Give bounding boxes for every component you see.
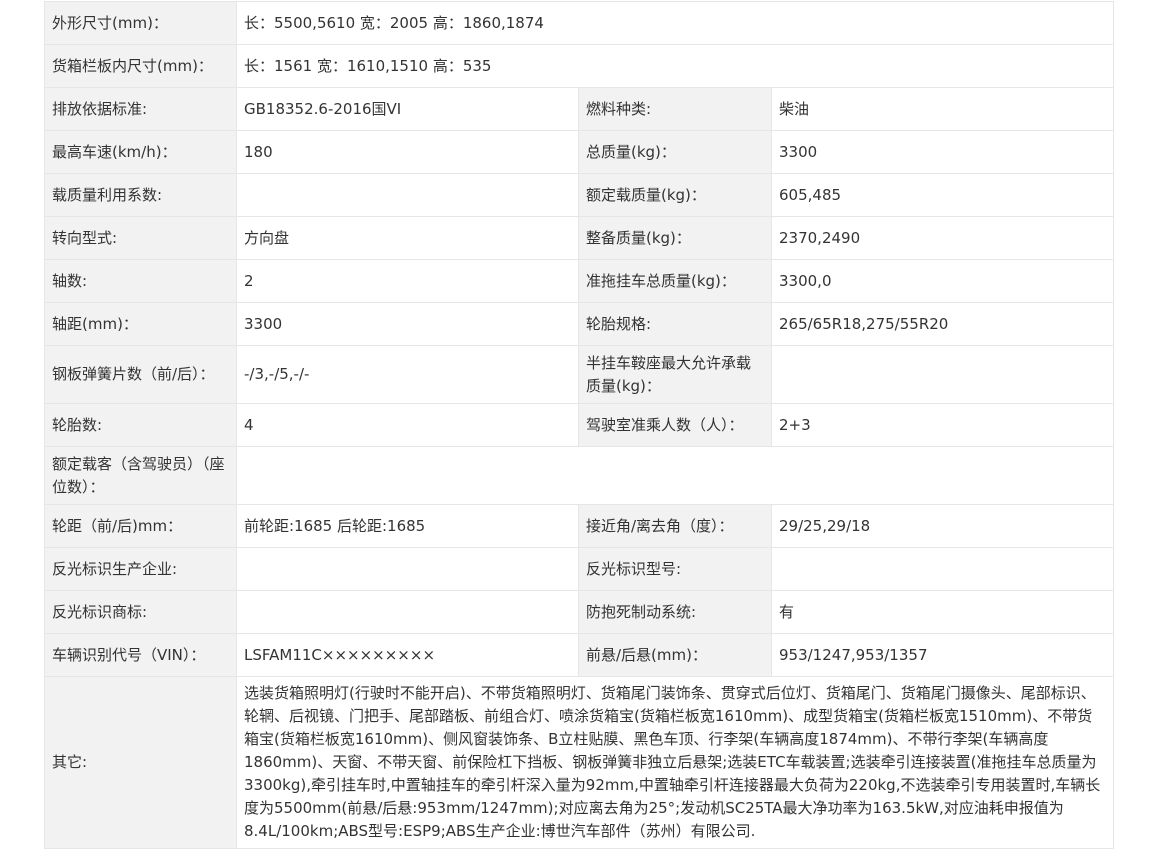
spec-label: 前悬/后悬(mm)：: [578, 633, 772, 677]
spec-value: 3300: [771, 130, 1114, 174]
spec-label: 反光标识型号:: [578, 547, 772, 591]
spec-label: 燃料种类:: [578, 87, 772, 131]
spec-label: 整备质量(kg)：: [578, 216, 772, 260]
spec-row: 转向型式: 方向盘 整备质量(kg)： 2370,2490: [44, 216, 1114, 260]
spec-row: 载质量利用系数: 额定载质量(kg)： 605,485: [44, 173, 1114, 217]
spec-label: 载质量利用系数:: [44, 173, 237, 217]
spec-row-dimensions: 外形尺寸(mm)： 长：5500,5610 宽：2005 高：1860,1874: [44, 1, 1114, 45]
spec-value: 方向盘: [236, 216, 579, 260]
spec-label: 准拖挂车总质量(kg)：: [578, 259, 772, 303]
other-notes-value: 选装货箱照明灯(行驶时不能开启)、不带货箱照明灯、货箱尾门装饰条、贯穿式后位灯、…: [236, 676, 1114, 849]
spec-value: 953/1247,953/1357: [771, 633, 1114, 677]
spec-value: [236, 173, 579, 217]
spec-label: 轮胎规格:: [578, 302, 772, 346]
spec-value: 3300: [236, 302, 579, 346]
spec-value: [236, 547, 579, 591]
spec-row: 轴距(mm)： 3300 轮胎规格: 265/65R18,275/55R20: [44, 302, 1114, 346]
spec-label: 半挂车鞍座最大允许承载质量(kg)：: [578, 345, 772, 404]
spec-value: 605,485: [771, 173, 1114, 217]
spec-value: 3300,0: [771, 259, 1114, 303]
spec-value: 180: [236, 130, 579, 174]
spec-value: 2370,2490: [771, 216, 1114, 260]
vehicle-spec-table: 外形尺寸(mm)： 长：5500,5610 宽：2005 高：1860,1874…: [44, 1, 1114, 849]
spec-row-other: 其它: 选装货箱照明灯(行驶时不能开启)、不带货箱照明灯、货箱尾门装饰条、贯穿式…: [44, 676, 1114, 849]
spec-row-cargo-box-size: 货箱栏板内尺寸(mm)： 长：1561 宽：1610,1510 高：535: [44, 44, 1114, 88]
spec-value: GB18352.6-2016国VI: [236, 87, 579, 131]
spec-label: 货箱栏板内尺寸(mm)：: [44, 44, 237, 88]
spec-value: 长：5500,5610 宽：2005 高：1860,1874: [236, 1, 1114, 45]
spec-label: 外形尺寸(mm)：: [44, 1, 237, 45]
spec-label: 总质量(kg)：: [578, 130, 772, 174]
spec-row-seats: 额定载客（含驾驶员）（座位数）：: [44, 446, 1114, 505]
spec-row: 车辆识别代号（VIN）： LSFAM11C××××××××× 前悬/后悬(mm)…: [44, 633, 1114, 677]
spec-label: 其它:: [44, 676, 237, 849]
spec-row: 钢板弹簧片数（前/后）： -/3,-/5,-/- 半挂车鞍座最大允许承载质量(k…: [44, 345, 1114, 404]
spec-label: 额定载客（含驾驶员）（座位数）：: [44, 446, 237, 505]
spec-label: 轴距(mm)：: [44, 302, 237, 346]
spec-row: 排放依据标准: GB18352.6-2016国VI 燃料种类: 柴油: [44, 87, 1114, 131]
spec-label: 轮距（前/后)mm：: [44, 504, 237, 548]
spec-value: 4: [236, 403, 579, 447]
spec-label: 最高车速(km/h)：: [44, 130, 237, 174]
spec-label: 轴数:: [44, 259, 237, 303]
spec-value: 前轮距:1685 后轮距:1685: [236, 504, 579, 548]
spec-row: 反光标识商标: 防抱死制动系统: 有: [44, 590, 1114, 634]
spec-label: 钢板弹簧片数（前/后）：: [44, 345, 237, 404]
spec-row: 轮胎数: 4 驾驶室准乘人数（人）： 2+3: [44, 403, 1114, 447]
spec-label: 额定载质量(kg)：: [578, 173, 772, 217]
spec-value: 有: [771, 590, 1114, 634]
spec-value: 柴油: [771, 87, 1114, 131]
spec-value: 265/65R18,275/55R20: [771, 302, 1114, 346]
spec-value: 长：1561 宽：1610,1510 高：535: [236, 44, 1114, 88]
spec-label: 轮胎数:: [44, 403, 237, 447]
spec-row: 反光标识生产企业: 反光标识型号:: [44, 547, 1114, 591]
spec-value: [236, 590, 579, 634]
spec-value: -/3,-/5,-/-: [236, 345, 579, 404]
spec-label: 排放依据标准:: [44, 87, 237, 131]
spec-label: 车辆识别代号（VIN）：: [44, 633, 237, 677]
spec-label: 反光标识商标:: [44, 590, 237, 634]
spec-row: 最高车速(km/h)： 180 总质量(kg)： 3300: [44, 130, 1114, 174]
spec-value: 2: [236, 259, 579, 303]
spec-value: [771, 547, 1114, 591]
spec-value: 2+3: [771, 403, 1114, 447]
spec-value: LSFAM11C×××××××××: [236, 633, 579, 677]
spec-label: 反光标识生产企业:: [44, 547, 237, 591]
spec-row: 轴数: 2 准拖挂车总质量(kg)： 3300,0: [44, 259, 1114, 303]
spec-value: [236, 446, 1114, 505]
spec-value: [771, 345, 1114, 404]
spec-label: 驾驶室准乘人数（人）：: [578, 403, 772, 447]
spec-value: 29/25,29/18: [771, 504, 1114, 548]
spec-label: 转向型式:: [44, 216, 237, 260]
spec-row: 轮距（前/后)mm： 前轮距:1685 后轮距:1685 接近角/离去角（度）：…: [44, 504, 1114, 548]
spec-label: 接近角/离去角（度）：: [578, 504, 772, 548]
spec-label: 防抱死制动系统:: [578, 590, 772, 634]
